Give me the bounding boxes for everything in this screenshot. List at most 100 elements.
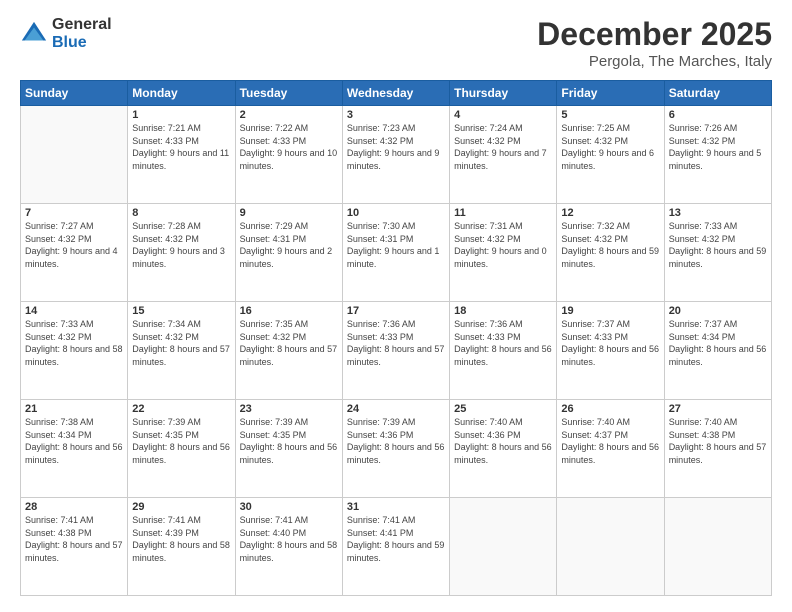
cell-1-6: 13Sunrise: 7:33 AMSunset: 4:32 PMDayligh… — [664, 204, 771, 302]
cell-1-4: 11Sunrise: 7:31 AMSunset: 4:32 PMDayligh… — [450, 204, 557, 302]
cell-3-3: 24Sunrise: 7:39 AMSunset: 4:36 PMDayligh… — [342, 400, 449, 498]
day-number: 1 — [132, 109, 230, 121]
cell-0-3: 3Sunrise: 7:23 AMSunset: 4:32 PMDaylight… — [342, 106, 449, 204]
cell-info: Sunrise: 7:39 AMSunset: 4:36 PMDaylight:… — [347, 416, 445, 466]
cell-3-4: 25Sunrise: 7:40 AMSunset: 4:36 PMDayligh… — [450, 400, 557, 498]
day-number: 2 — [240, 109, 338, 121]
col-saturday: Saturday — [664, 81, 771, 106]
cell-info: Sunrise: 7:25 AMSunset: 4:32 PMDaylight:… — [561, 122, 659, 172]
calendar-table: Sunday Monday Tuesday Wednesday Thursday… — [20, 80, 772, 596]
cell-info: Sunrise: 7:24 AMSunset: 4:32 PMDaylight:… — [454, 122, 552, 172]
header: General Blue December 2025 Pergola, The … — [20, 16, 772, 70]
page: General Blue December 2025 Pergola, The … — [0, 0, 792, 612]
day-number: 3 — [347, 109, 445, 121]
logo-text: General Blue — [52, 16, 112, 52]
logo-icon — [20, 20, 48, 48]
cell-2-0: 14Sunrise: 7:33 AMSunset: 4:32 PMDayligh… — [21, 302, 128, 400]
day-number: 13 — [669, 207, 767, 219]
day-number: 7 — [25, 207, 123, 219]
day-number: 19 — [561, 305, 659, 317]
col-friday: Friday — [557, 81, 664, 106]
cell-info: Sunrise: 7:27 AMSunset: 4:32 PMDaylight:… — [25, 220, 123, 270]
day-number: 31 — [347, 501, 445, 513]
cell-0-4: 4Sunrise: 7:24 AMSunset: 4:32 PMDaylight… — [450, 106, 557, 204]
cell-0-6: 6Sunrise: 7:26 AMSunset: 4:32 PMDaylight… — [664, 106, 771, 204]
day-number: 28 — [25, 501, 123, 513]
cell-1-1: 8Sunrise: 7:28 AMSunset: 4:32 PMDaylight… — [128, 204, 235, 302]
day-number: 18 — [454, 305, 552, 317]
cell-info: Sunrise: 7:28 AMSunset: 4:32 PMDaylight:… — [132, 220, 230, 270]
cell-info: Sunrise: 7:38 AMSunset: 4:34 PMDaylight:… — [25, 416, 123, 466]
cell-info: Sunrise: 7:33 AMSunset: 4:32 PMDaylight:… — [25, 318, 123, 368]
cell-info: Sunrise: 7:26 AMSunset: 4:32 PMDaylight:… — [669, 122, 767, 172]
cell-0-1: 1Sunrise: 7:21 AMSunset: 4:33 PMDaylight… — [128, 106, 235, 204]
location: Pergola, The Marches, Italy — [537, 53, 772, 70]
day-number: 4 — [454, 109, 552, 121]
cell-info: Sunrise: 7:23 AMSunset: 4:32 PMDaylight:… — [347, 122, 445, 172]
cell-0-5: 5Sunrise: 7:25 AMSunset: 4:32 PMDaylight… — [557, 106, 664, 204]
cell-1-3: 10Sunrise: 7:30 AMSunset: 4:31 PMDayligh… — [342, 204, 449, 302]
cell-info: Sunrise: 7:40 AMSunset: 4:37 PMDaylight:… — [561, 416, 659, 466]
week-row-2: 7Sunrise: 7:27 AMSunset: 4:32 PMDaylight… — [21, 204, 772, 302]
day-number: 6 — [669, 109, 767, 121]
cell-info: Sunrise: 7:34 AMSunset: 4:32 PMDaylight:… — [132, 318, 230, 368]
day-number: 9 — [240, 207, 338, 219]
cell-info: Sunrise: 7:35 AMSunset: 4:32 PMDaylight:… — [240, 318, 338, 368]
day-number: 8 — [132, 207, 230, 219]
cell-info: Sunrise: 7:40 AMSunset: 4:36 PMDaylight:… — [454, 416, 552, 466]
cell-2-1: 15Sunrise: 7:34 AMSunset: 4:32 PMDayligh… — [128, 302, 235, 400]
week-row-3: 14Sunrise: 7:33 AMSunset: 4:32 PMDayligh… — [21, 302, 772, 400]
cell-4-3: 31Sunrise: 7:41 AMSunset: 4:41 PMDayligh… — [342, 498, 449, 596]
day-number: 5 — [561, 109, 659, 121]
cell-info: Sunrise: 7:41 AMSunset: 4:39 PMDaylight:… — [132, 514, 230, 564]
day-number: 10 — [347, 207, 445, 219]
day-number: 24 — [347, 403, 445, 415]
col-tuesday: Tuesday — [235, 81, 342, 106]
cell-info: Sunrise: 7:30 AMSunset: 4:31 PMDaylight:… — [347, 220, 445, 270]
cell-1-5: 12Sunrise: 7:32 AMSunset: 4:32 PMDayligh… — [557, 204, 664, 302]
cell-info: Sunrise: 7:39 AMSunset: 4:35 PMDaylight:… — [132, 416, 230, 466]
day-number: 14 — [25, 305, 123, 317]
cell-info: Sunrise: 7:33 AMSunset: 4:32 PMDaylight:… — [669, 220, 767, 270]
cell-info: Sunrise: 7:41 AMSunset: 4:40 PMDaylight:… — [240, 514, 338, 564]
cell-info: Sunrise: 7:37 AMSunset: 4:34 PMDaylight:… — [669, 318, 767, 368]
cell-3-0: 21Sunrise: 7:38 AMSunset: 4:34 PMDayligh… — [21, 400, 128, 498]
cell-info: Sunrise: 7:36 AMSunset: 4:33 PMDaylight:… — [454, 318, 552, 368]
week-row-5: 28Sunrise: 7:41 AMSunset: 4:38 PMDayligh… — [21, 498, 772, 596]
day-number: 11 — [454, 207, 552, 219]
cell-4-4 — [450, 498, 557, 596]
cell-0-2: 2Sunrise: 7:22 AMSunset: 4:33 PMDaylight… — [235, 106, 342, 204]
day-number: 16 — [240, 305, 338, 317]
logo: General Blue — [20, 16, 112, 52]
cell-info: Sunrise: 7:37 AMSunset: 4:33 PMDaylight:… — [561, 318, 659, 368]
cell-info: Sunrise: 7:40 AMSunset: 4:38 PMDaylight:… — [669, 416, 767, 466]
cell-1-0: 7Sunrise: 7:27 AMSunset: 4:32 PMDaylight… — [21, 204, 128, 302]
col-monday: Monday — [128, 81, 235, 106]
day-number: 23 — [240, 403, 338, 415]
cell-4-5 — [557, 498, 664, 596]
day-number: 15 — [132, 305, 230, 317]
cell-info: Sunrise: 7:31 AMSunset: 4:32 PMDaylight:… — [454, 220, 552, 270]
week-row-1: 1Sunrise: 7:21 AMSunset: 4:33 PMDaylight… — [21, 106, 772, 204]
cell-info: Sunrise: 7:21 AMSunset: 4:33 PMDaylight:… — [132, 122, 230, 172]
cell-4-6 — [664, 498, 771, 596]
cell-3-2: 23Sunrise: 7:39 AMSunset: 4:35 PMDayligh… — [235, 400, 342, 498]
cell-2-5: 19Sunrise: 7:37 AMSunset: 4:33 PMDayligh… — [557, 302, 664, 400]
cell-2-6: 20Sunrise: 7:37 AMSunset: 4:34 PMDayligh… — [664, 302, 771, 400]
day-number: 26 — [561, 403, 659, 415]
day-number: 21 — [25, 403, 123, 415]
day-number: 22 — [132, 403, 230, 415]
cell-3-1: 22Sunrise: 7:39 AMSunset: 4:35 PMDayligh… — [128, 400, 235, 498]
col-wednesday: Wednesday — [342, 81, 449, 106]
cell-4-1: 29Sunrise: 7:41 AMSunset: 4:39 PMDayligh… — [128, 498, 235, 596]
cell-2-2: 16Sunrise: 7:35 AMSunset: 4:32 PMDayligh… — [235, 302, 342, 400]
cell-2-4: 18Sunrise: 7:36 AMSunset: 4:33 PMDayligh… — [450, 302, 557, 400]
week-row-4: 21Sunrise: 7:38 AMSunset: 4:34 PMDayligh… — [21, 400, 772, 498]
day-number: 27 — [669, 403, 767, 415]
title-block: December 2025 Pergola, The Marches, Ital… — [537, 16, 772, 70]
day-number: 30 — [240, 501, 338, 513]
cell-0-0 — [21, 106, 128, 204]
cell-info: Sunrise: 7:36 AMSunset: 4:33 PMDaylight:… — [347, 318, 445, 368]
cell-3-6: 27Sunrise: 7:40 AMSunset: 4:38 PMDayligh… — [664, 400, 771, 498]
day-number: 29 — [132, 501, 230, 513]
